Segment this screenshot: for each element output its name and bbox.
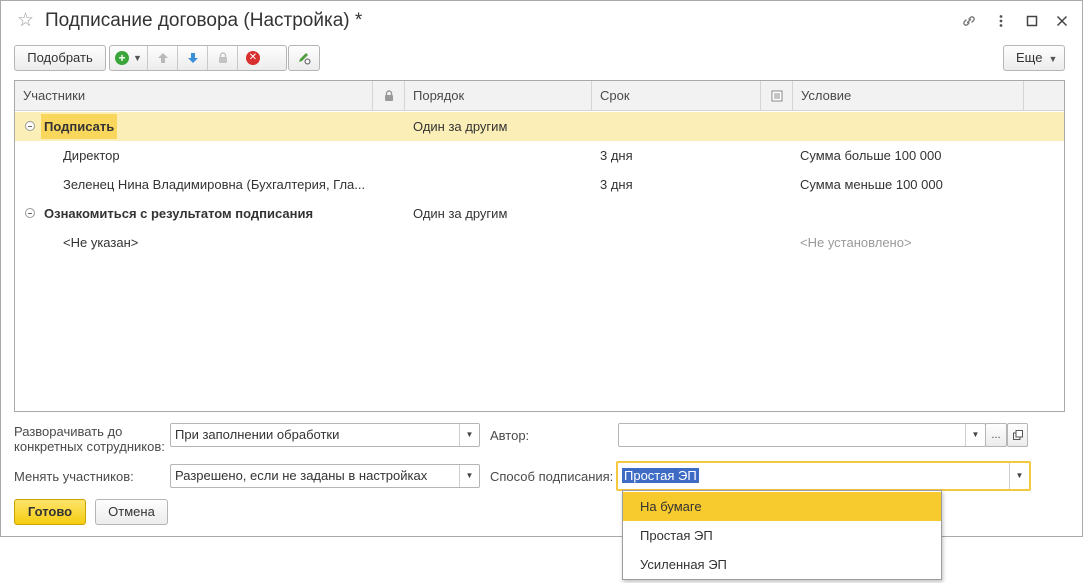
author-label: Автор: xyxy=(490,428,530,443)
table-row[interactable]: Директор 3 дня Сумма больше 100 000 xyxy=(15,141,1064,170)
table-row[interactable]: Подписать Один за другим xyxy=(15,112,1064,141)
participant-name: Ознакомиться с результатом подписания xyxy=(44,206,314,221)
column-header-participants[interactable]: Участники xyxy=(15,81,373,111)
favorite-star-icon[interactable]: ☆ xyxy=(17,11,34,31)
order-value: Один за другим xyxy=(413,206,508,221)
table-row[interactable]: Зеленец Нина Владимировна (Бухгалтерия, … xyxy=(15,170,1064,199)
pick-button[interactable]: Подобрать xyxy=(14,45,106,71)
link-icon[interactable] xyxy=(959,11,979,31)
chevron-down-icon[interactable]: ▼ xyxy=(459,465,479,487)
arrow-up-icon xyxy=(157,53,168,63)
more-button-label: Еще xyxy=(1016,50,1043,65)
lock-icon xyxy=(384,90,393,101)
dropdown-option-simple-sign[interactable]: Простая ЭП xyxy=(623,521,941,550)
table-row[interactable]: <Не указан> <Не установлено> xyxy=(15,228,1064,257)
dropdown-option-qualified-sign[interactable]: Усиленная ЭП xyxy=(623,550,941,579)
dropdown-option-paper[interactable]: На бумаге xyxy=(623,492,941,521)
delete-icon: ✕ xyxy=(246,51,260,65)
column-header-lock[interactable] xyxy=(373,81,405,111)
chevron-down-icon[interactable]: ▼ xyxy=(459,424,479,446)
row-actions-group: + ▼ ✕ xyxy=(109,45,287,71)
participant-name: Зеленец Нина Владимировна (Бухгалтерия, … xyxy=(63,177,366,192)
delete-button[interactable]: ✕ xyxy=(238,46,268,70)
participants-table[interactable]: Участники Порядок Срок Условие Подписать… xyxy=(14,80,1065,412)
participant-name: <Не указан> xyxy=(63,235,139,250)
lock-icon xyxy=(218,52,227,63)
cancel-button[interactable]: Отмена xyxy=(95,499,168,525)
table-header: Участники Порядок Срок Условие xyxy=(15,81,1064,111)
expand-select[interactable]: При заполнении обработки ▼ xyxy=(170,423,480,447)
change-participants-select[interactable]: Разрешено, если не заданы в настройках ▼ xyxy=(170,464,480,488)
author-input[interactable]: ▼ xyxy=(618,423,986,447)
note-icon xyxy=(771,90,782,102)
change-participants-label: Менять участников: xyxy=(14,469,134,484)
column-header-term[interactable]: Срок xyxy=(592,81,761,111)
chevron-down-icon[interactable]: ▼ xyxy=(1009,463,1029,489)
term-value: 3 дня xyxy=(600,148,633,163)
add-icon: + xyxy=(115,51,130,65)
lock-button[interactable] xyxy=(208,46,238,70)
signing-method-label: Способ подписания: xyxy=(490,469,614,484)
form-window: ☆ Подписание договора (Настройка) * Подо… xyxy=(0,0,1083,537)
move-down-button[interactable] xyxy=(178,46,208,70)
toolbar: Подобрать + ▼ ✕ Еще ▼ xyxy=(14,45,1066,71)
signing-method-select[interactable]: Простая ЭП ▼ xyxy=(616,461,1031,491)
column-header-note[interactable] xyxy=(761,81,793,111)
condition-value: Сумма меньше 100 000 xyxy=(800,177,943,192)
column-header-condition[interactable]: Условие xyxy=(793,81,1024,111)
arrow-down-icon xyxy=(187,53,198,63)
maximize-icon[interactable] xyxy=(1022,11,1042,31)
edit-pencil-icon xyxy=(299,53,311,65)
participant-name: Директор xyxy=(63,148,120,163)
author-open-button[interactable] xyxy=(1007,423,1028,447)
expand-label: Разворачивать до конкретных сотрудников: xyxy=(14,424,165,454)
change-participants-value: Разрешено, если не заданы в настройках xyxy=(175,468,428,483)
chevron-down-icon[interactable]: ▼ xyxy=(965,424,985,446)
order-value: Один за другим xyxy=(413,119,508,134)
pick-button-label: Подобрать xyxy=(27,50,93,65)
chevron-down-icon: ▼ xyxy=(1048,54,1058,64)
expand-select-value: При заполнении обработки xyxy=(175,427,340,442)
more-vert-icon[interactable] xyxy=(991,11,1011,31)
page-title: Подписание договора (Настройка) * xyxy=(45,10,363,31)
edit-settings-button[interactable] xyxy=(288,45,320,71)
signing-method-value: Простая ЭП xyxy=(622,468,699,483)
open-window-icon xyxy=(1012,430,1023,440)
more-button[interactable]: Еще ▼ xyxy=(1003,45,1065,71)
column-header-order[interactable]: Порядок xyxy=(405,81,592,111)
chevron-down-icon: ▼ xyxy=(133,53,142,63)
participant-name: Подписать xyxy=(41,114,118,139)
done-button[interactable]: Готово xyxy=(14,499,86,525)
add-button[interactable]: + ▼ xyxy=(110,46,148,70)
condition-value: <Не установлено> xyxy=(800,235,912,250)
move-up-button[interactable] xyxy=(148,46,178,70)
title-bar: ☆ Подписание договора (Настройка) * xyxy=(1,1,1082,41)
table-row[interactable]: Ознакомиться с результатом подписания Од… xyxy=(15,199,1064,228)
collapse-icon[interactable] xyxy=(25,121,35,131)
term-value: 3 дня xyxy=(600,177,633,192)
author-select-button[interactable]: ... xyxy=(985,423,1007,447)
signing-method-dropdown: На бумаге Простая ЭП Усиленная ЭП xyxy=(622,490,942,580)
condition-value: Сумма больше 100 000 xyxy=(800,148,942,163)
collapse-icon[interactable] xyxy=(25,208,35,218)
close-icon[interactable] xyxy=(1052,11,1072,31)
